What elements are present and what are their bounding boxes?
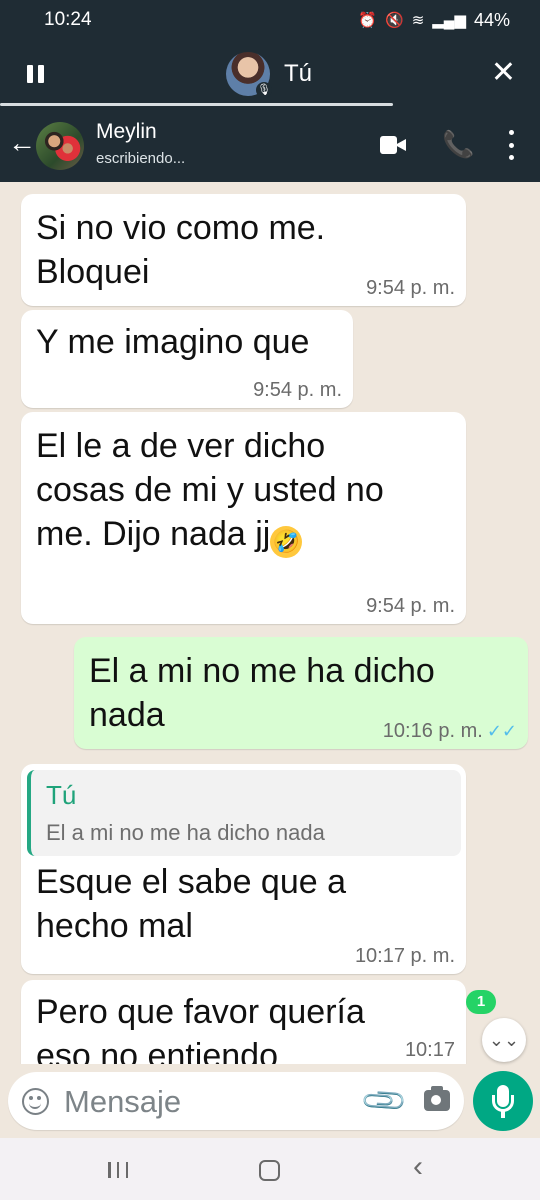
recent-apps-icon[interactable] [108, 1162, 128, 1178]
contact-avatar[interactable] [36, 122, 84, 170]
status-bar: 10:24 ⏰ 🔇 ≋ ▂▄▆ 44% [0, 0, 540, 40]
rolling-laughing-emoji: 🤣 [270, 526, 303, 558]
message-time: 10:17 [404, 1039, 455, 1061]
message-text: Pero que favor quería eso no entiendo [36, 993, 365, 1064]
message-bubble[interactable]: Y me imagino que 9:54 p. m. [21, 310, 353, 408]
contact-name[interactable]: Meylin [96, 120, 157, 144]
contact-typing-status: escribiendo... [96, 150, 186, 167]
message-input[interactable] [64, 1084, 344, 1120]
message-time: 9:54 p. m. [366, 595, 455, 617]
ongoing-call-bar[interactable]: 🎙 Tú ✕ [0, 40, 540, 108]
message-text: Esque el sabe que a hecho mal [36, 863, 347, 945]
read-ticks-icon: ✓✓ [486, 721, 517, 741]
attach-icon[interactable]: 📎 [359, 1076, 410, 1127]
call-progress-bar [0, 103, 393, 106]
more-menu-icon[interactable] [507, 130, 515, 160]
message-composer: 📎 [8, 1072, 464, 1130]
unread-count-badge: 1 [466, 990, 496, 1014]
message-text: Si no vio como me. Bloquei [36, 209, 326, 291]
wifi-icon: ≋ [411, 12, 425, 29]
call-participant[interactable]: 🎙 Tú [226, 52, 313, 98]
camera-icon[interactable] [424, 1086, 450, 1111]
battery-level: 44% [473, 9, 510, 30]
voice-message-button[interactable] [473, 1071, 533, 1131]
quoted-reply[interactable]: Tú El a mi no me ha dicho nada [27, 770, 461, 856]
message-bubble[interactable]: Si no vio como me. Bloquei 9:54 p. m. [21, 194, 466, 306]
alarm-icon: ⏰ [358, 12, 377, 29]
call-participant-name: Tú [284, 60, 313, 87]
signal-icon: ▂▄▆ [432, 12, 466, 29]
message-time: 10:16 p. m. ✓✓ [382, 720, 517, 742]
home-icon[interactable] [259, 1160, 280, 1181]
scroll-to-bottom-button[interactable]: ⌄⌄ [482, 1018, 526, 1062]
pause-icon[interactable] [27, 65, 47, 85]
emoji-icon[interactable] [22, 1088, 49, 1115]
chat-header: ← Meylin escribiendo... 📞 [0, 108, 540, 182]
message-list[interactable]: Si no vio como me. Bloquei 9:54 p. m. Y … [0, 182, 540, 1064]
quoted-author: Tú [46, 780, 77, 810]
mic-icon: 🎙 [256, 82, 272, 98]
message-bubble[interactable]: Pero que favor quería eso no entiendo 10… [21, 980, 466, 1064]
message-bubble[interactable]: Tú El a mi no me ha dicho nada Esque el … [21, 764, 466, 974]
message-time: 9:54 p. m. [253, 379, 342, 401]
status-time: 10:24 [44, 9, 92, 30]
back-icon[interactable]: ‹ [413, 1152, 423, 1182]
status-icons: ⏰ 🔇 ≋ ▂▄▆ 44% [358, 10, 510, 31]
chevron-down-icon: ⌄⌄ [488, 1030, 520, 1050]
message-time: 9:54 p. m. [366, 277, 455, 299]
close-icon[interactable]: ✕ [491, 58, 516, 88]
system-navigation-bar: ‹ [0, 1138, 540, 1200]
message-time: 10:17 p. m. [354, 945, 455, 967]
message-text: Y me imagino que [36, 323, 310, 361]
mute-icon: 🔇 [385, 12, 404, 29]
message-text: El le a de ver dicho cosas de mi y usted… [36, 424, 384, 558]
message-bubble-outgoing[interactable]: El a mi no me ha dicho nada 10:16 p. m. ✓… [74, 637, 528, 749]
call-participant-avatar: 🎙 [226, 52, 272, 98]
phone-icon[interactable]: 📞 [442, 130, 474, 158]
message-bubble[interactable]: El le a de ver dicho cosas de mi y usted… [21, 412, 466, 624]
back-arrow-icon[interactable]: ← [8, 128, 36, 158]
quoted-text: El a mi no me ha dicho nada [46, 820, 325, 845]
video-call-icon[interactable] [380, 136, 406, 154]
